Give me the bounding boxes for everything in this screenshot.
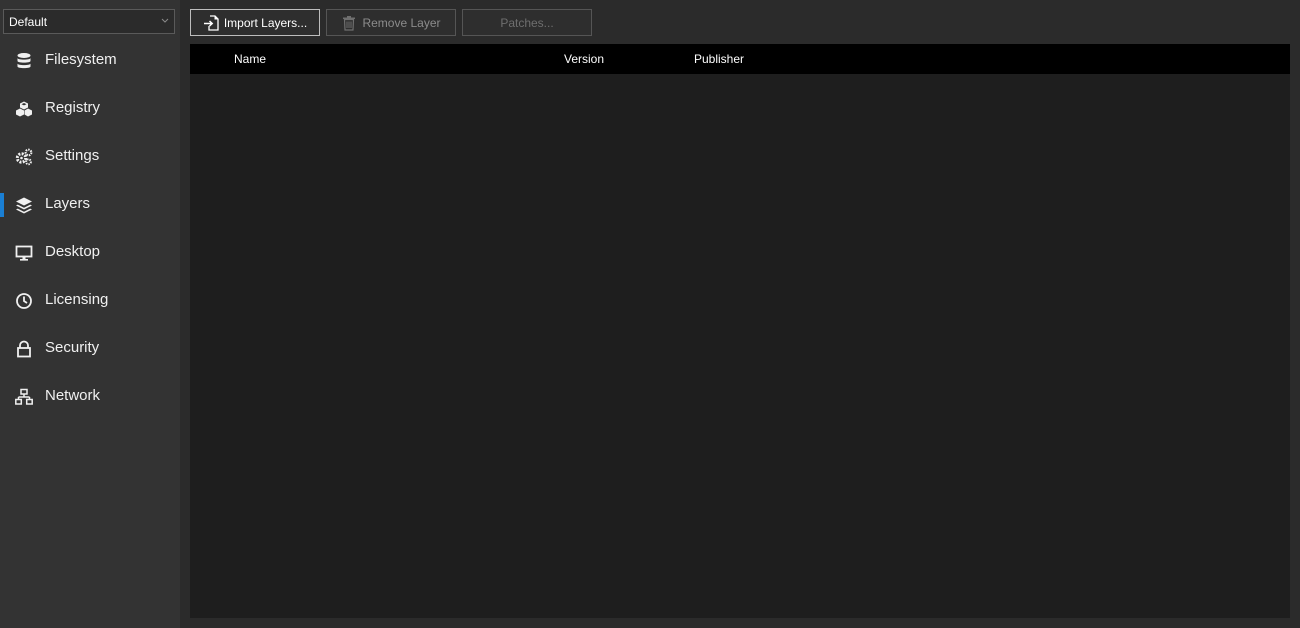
- sidebar-item-network[interactable]: Network: [0, 373, 180, 421]
- active-indicator: [0, 193, 4, 217]
- sidebar-item-label: Licensing: [45, 291, 109, 308]
- active-indicator: [0, 337, 4, 361]
- sidebar-item-label: Layers: [45, 195, 91, 212]
- chevron-down-icon: [160, 15, 170, 27]
- sidebar-item-registry[interactable]: Registry: [0, 85, 180, 133]
- sidebar: Default Filesystem Registry Settings Lay…: [0, 0, 180, 628]
- main-panel: Import Layers... Remove Layer Patches...…: [180, 0, 1300, 628]
- patches-label: Patches...: [500, 15, 554, 30]
- remove-layer-button[interactable]: Remove Layer: [326, 9, 456, 36]
- sidebar-item-label: Desktop: [45, 243, 101, 260]
- sidebar-item-licensing[interactable]: Licensing: [0, 277, 180, 325]
- import-file-icon: [203, 14, 219, 31]
- app-window: Default Filesystem Registry Settings Lay…: [0, 0, 1300, 628]
- layers-icon: [15, 196, 33, 214]
- active-indicator: [0, 289, 4, 313]
- sidebar-item-settings[interactable]: Settings: [0, 133, 180, 181]
- sidebar-nav: Filesystem Registry Settings Layers Desk…: [0, 37, 180, 421]
- remove-layer-label: Remove Layer: [362, 15, 441, 30]
- column-header-version[interactable]: Version: [564, 52, 604, 66]
- sidebar-item-label: Filesystem: [45, 51, 117, 68]
- sidebar-item-layers[interactable]: Layers: [0, 181, 180, 229]
- active-indicator: [0, 49, 4, 73]
- lock-icon: [15, 340, 33, 358]
- sidebar-item-label: Network: [45, 387, 101, 404]
- table-header: Name Version Publisher: [190, 44, 1290, 74]
- import-layers-label: Import Layers...: [223, 15, 308, 30]
- profile-dropdown[interactable]: Default: [3, 9, 175, 34]
- gears-icon: [15, 148, 33, 166]
- active-indicator: [0, 97, 4, 121]
- patches-button[interactable]: Patches...: [462, 9, 592, 36]
- active-indicator: [0, 385, 4, 409]
- column-header-publisher[interactable]: Publisher: [694, 52, 744, 66]
- sidebar-item-desktop[interactable]: Desktop: [0, 229, 180, 277]
- sidebar-item-label: Registry: [45, 99, 101, 116]
- active-indicator: [0, 241, 4, 265]
- clock-icon: [15, 292, 33, 310]
- sidebar-item-filesystem[interactable]: Filesystem: [0, 37, 180, 85]
- monitor-icon: [15, 244, 33, 262]
- layers-table: Name Version Publisher: [190, 44, 1290, 618]
- sidebar-item-label: Security: [45, 339, 100, 356]
- sidebar-item-security[interactable]: Security: [0, 325, 180, 373]
- network-icon: [15, 388, 33, 406]
- column-header-name[interactable]: Name: [234, 52, 266, 66]
- table-body[interactable]: [190, 74, 1290, 618]
- trash-icon: [343, 15, 356, 31]
- import-layers-button[interactable]: Import Layers...: [190, 9, 320, 36]
- profile-dropdown-value: Default: [9, 14, 48, 29]
- sidebar-item-label: Settings: [45, 147, 100, 164]
- registry-icon: [15, 100, 33, 118]
- active-indicator: [0, 145, 4, 169]
- database-icon: [15, 52, 33, 70]
